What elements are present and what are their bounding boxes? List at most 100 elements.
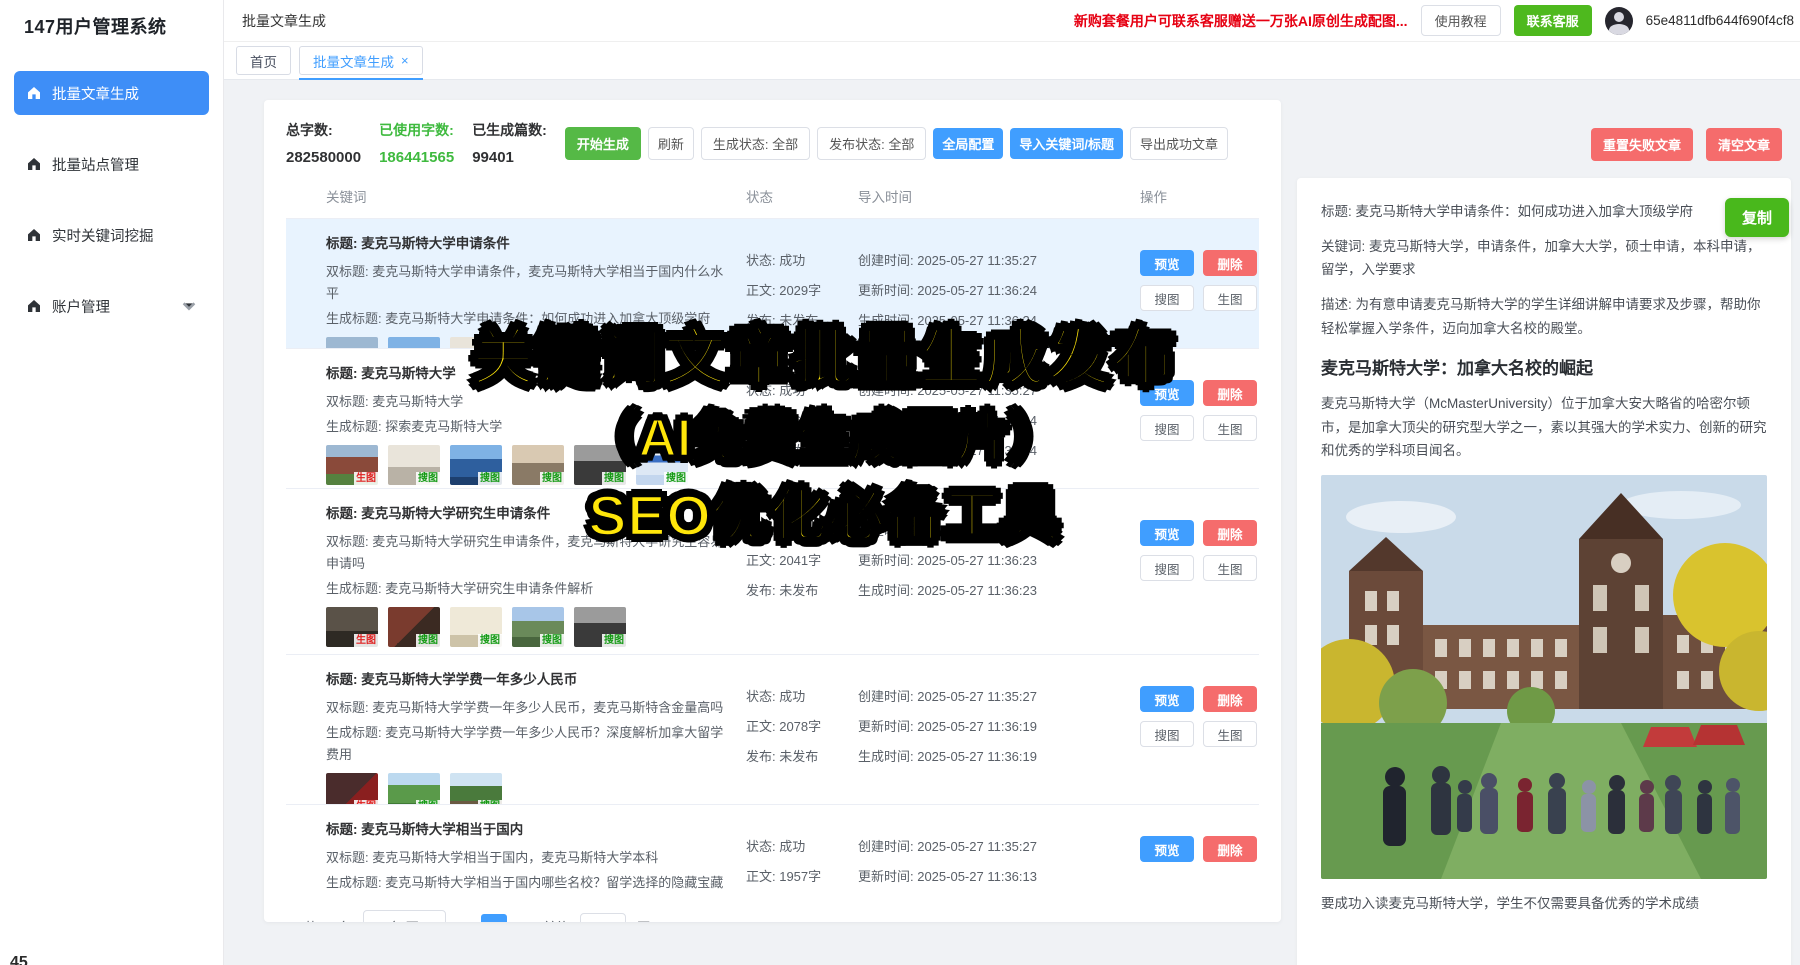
thumbnail-badge: 搜图 xyxy=(416,472,440,485)
thumbnail-badge: 搜图 xyxy=(540,472,564,485)
tutorial-button[interactable]: 使用教程 xyxy=(1421,5,1501,36)
article-generated-title: 生成标题: 探索麦克马斯特大学 xyxy=(326,416,732,438)
actions-cell: 预览 删除 搜图 生图 xyxy=(1140,664,1259,804)
refresh-button[interactable]: 刷新 xyxy=(648,127,694,160)
detail-keywords: 关键词: 麦克马斯特大学，申请条件，加拿大大学，硕士申请，本科申请，留学，入学要… xyxy=(1321,235,1767,282)
article-title: 标题: 麦克马斯特大学 xyxy=(326,362,732,382)
danger-actions: 重置失败文章 清空文章 xyxy=(1591,128,1782,161)
article-thumbnail[interactable]: 生图 xyxy=(326,337,378,348)
article-thumbnail[interactable]: 搜图 xyxy=(574,445,626,485)
table-row[interactable]: 标题: 麦克马斯特大学申请条件 双标题: 麦克马斯特大学申请条件，麦克马斯特大学… xyxy=(286,218,1259,348)
preview-button[interactable]: 预览 xyxy=(1140,520,1194,546)
article-table: 关键词 状态 导入时间 操作 标题: 麦克马斯特大学申请条件 双标题: 麦克马斯… xyxy=(286,186,1259,894)
sidebar-item-label: 批量文章生成 xyxy=(52,83,139,104)
total-count: 共 10 条 xyxy=(304,917,352,922)
goto-page-input[interactable] xyxy=(580,913,626,922)
article-thumbnail[interactable]: 搜图 xyxy=(388,773,440,804)
search-image-button[interactable]: 搜图 xyxy=(1140,721,1194,747)
status-text: 状态: 成功 xyxy=(746,686,858,705)
article-thumbnail[interactable]: 搜图 xyxy=(388,607,440,647)
delete-button[interactable]: 删除 xyxy=(1203,250,1257,276)
article-thumbnail[interactable]: 搜图 xyxy=(450,337,502,348)
avatar[interactable] xyxy=(1605,7,1633,35)
preview-button[interactable]: 预览 xyxy=(1140,836,1194,862)
stat-value: 186441565 xyxy=(379,149,454,166)
table-row[interactable]: 标题: 麦克马斯特大学相当于国内 双标题: 麦克马斯特大学相当于国内，麦克马斯特… xyxy=(286,804,1259,894)
created-time: 创建时间: 2025-05-27 11:35:27 xyxy=(858,686,1140,705)
thumbnail-badge: 搜图 xyxy=(602,634,626,647)
article-thumbnail[interactable]: 搜图 xyxy=(450,773,502,804)
global-config-button[interactable]: 全局配置 xyxy=(933,128,1003,159)
copy-button[interactable]: 复制 xyxy=(1725,198,1789,237)
detail-title: 标题: 麦克马斯特大学申请条件：如何成功进入加拿大顶级学府 xyxy=(1321,200,1767,224)
article-thumbnail[interactable]: 搜图 xyxy=(450,445,502,485)
article-thumbnail[interactable]: 搜图 xyxy=(388,337,440,348)
publish-status-select[interactable]: 发布状态: 全部 xyxy=(817,127,926,160)
table-row[interactable]: 标题: 麦克马斯特大学研究生申请条件 双标题: 麦克马斯特大学研究生申请条件，麦… xyxy=(286,488,1259,654)
article-thumbnail[interactable]: 搜图 xyxy=(512,607,564,647)
search-image-button[interactable]: 搜图 xyxy=(1140,285,1194,311)
home-icon xyxy=(26,156,42,172)
preview-button[interactable]: 预览 xyxy=(1140,250,1194,276)
article-thumbnail[interactable]: 搜图 xyxy=(450,607,502,647)
search-image-button[interactable]: 搜图 xyxy=(1140,415,1194,441)
article-generated-title: 生成标题: 麦克马斯特大学研究生申请条件解析 xyxy=(326,578,732,600)
sidebar-item-label: 实时关键词挖掘 xyxy=(52,225,154,246)
table-row[interactable]: 标题: 麦克马斯特大学学费一年多少人民币 双标题: 麦克马斯特大学学费一年多少人… xyxy=(286,654,1259,804)
delete-button[interactable]: 删除 xyxy=(1203,520,1257,546)
article-thumbnail[interactable]: 搜图 xyxy=(574,337,626,348)
thumbnail-badge: 搜图 xyxy=(664,472,688,485)
clear-articles-button[interactable]: 清空文章 xyxy=(1706,128,1782,161)
article-thumbnail[interactable]: 搜图 xyxy=(512,445,564,485)
thumbnail-badge: 搜图 xyxy=(416,800,440,804)
close-icon[interactable]: × xyxy=(401,53,409,68)
sidebar-item-batch-site-management[interactable]: 批量站点管理 xyxy=(14,142,209,186)
per-page-select[interactable]: 10条/页 xyxy=(363,910,446,922)
preview-button[interactable]: 预览 xyxy=(1140,686,1194,712)
status-cell: 状态: 成功 正文: 1768字 发布: 未发布 xyxy=(746,358,858,488)
article-thumbnail[interactable]: 搜图 xyxy=(636,337,688,348)
article-generated-title: 生成标题: 麦克马斯特大学相当于国内哪些名校？留学选择的隐藏宝藏 xyxy=(326,872,732,894)
tab-batch-article-generation[interactable]: 批量文章生成 × xyxy=(299,46,423,75)
article-detail-card: 复制 标题: 麦克马斯特大学申请条件：如何成功进入加拿大顶级学府 关键词: 麦克… xyxy=(1297,178,1791,965)
import-keywords-button[interactable]: 导入关键词/标题 xyxy=(1010,128,1123,159)
article-thumbnail[interactable]: 搜图 xyxy=(636,445,688,485)
delete-button[interactable]: 删除 xyxy=(1203,686,1257,712)
stats-toolbar: 总字数: 282580000 已使用字数: 186441565 已生成篇数: 9… xyxy=(286,120,1259,166)
article-generated-title: 生成标题: 麦克马斯特大学学费一年多少人民币？深度解析加拿大留学费用 xyxy=(326,722,732,766)
article-thumbnail[interactable]: 搜图 xyxy=(512,337,564,348)
preview-button[interactable]: 预览 xyxy=(1140,380,1194,406)
pagination: 共 10 条 10条/页 ‹ 1 › 前往 页 xyxy=(304,910,1259,922)
thumbnail-badge: 搜图 xyxy=(540,634,564,647)
article-thumbnail[interactable]: 生图 xyxy=(326,445,378,485)
main-content: 重置失败文章 清空文章 总字数: 282580000 已使用字数: 186441… xyxy=(224,80,1800,965)
generate-image-button[interactable]: 生图 xyxy=(1203,415,1257,441)
stat-total-words: 总字数: 282580000 xyxy=(286,120,361,166)
prev-page-button[interactable]: ‹ xyxy=(457,917,471,923)
delete-button[interactable]: 删除 xyxy=(1203,380,1257,406)
article-thumbnail[interactable]: 搜图 xyxy=(388,445,440,485)
breadcrumb: 批量文章生成 xyxy=(242,11,326,31)
next-page-button[interactable]: › xyxy=(518,917,532,923)
tab-home[interactable]: 首页 xyxy=(236,46,291,75)
start-generation-button[interactable]: 开始生成 xyxy=(565,127,641,160)
article-thumbnail[interactable]: 生图 xyxy=(326,773,378,804)
article-title: 标题: 麦克马斯特大学相当于国内 xyxy=(326,818,732,838)
updated-time: 更新时间: 2025-05-27 11:36:19 xyxy=(858,716,1140,735)
table-row[interactable]: 标题: 麦克马斯特大学 双标题: 麦克马斯特大学 生成标题: 探索麦克马斯特大学… xyxy=(286,348,1259,488)
page-number[interactable]: 1 xyxy=(481,914,507,923)
article-thumbnail[interactable]: 搜图 xyxy=(574,607,626,647)
reset-failed-articles-button[interactable]: 重置失败文章 xyxy=(1591,128,1693,161)
export-success-button[interactable]: 导出成功文章 xyxy=(1130,127,1228,160)
sidebar-item-account-management[interactable]: 账户管理 xyxy=(14,284,209,328)
sidebar-item-realtime-keyword-mining[interactable]: 实时关键词挖掘 xyxy=(14,213,209,257)
generate-image-button[interactable]: 生图 xyxy=(1203,285,1257,311)
generation-status-select[interactable]: 生成状态: 全部 xyxy=(701,127,810,160)
article-thumbnail[interactable]: 生图 xyxy=(326,607,378,647)
delete-button[interactable]: 删除 xyxy=(1203,836,1257,862)
search-image-button[interactable]: 搜图 xyxy=(1140,555,1194,581)
contact-support-button[interactable]: 联系客服 xyxy=(1514,5,1592,36)
generate-image-button[interactable]: 生图 xyxy=(1203,721,1257,747)
sidebar-item-batch-article-generation[interactable]: 批量文章生成 xyxy=(14,71,209,115)
generate-image-button[interactable]: 生图 xyxy=(1203,555,1257,581)
